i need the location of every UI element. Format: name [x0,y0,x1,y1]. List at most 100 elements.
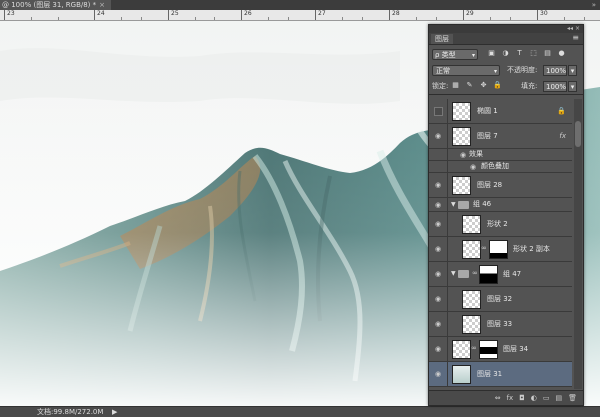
layer-row[interactable]: ◉ ∞ 图层 34 [429,337,572,362]
layer-row[interactable]: ◉ 图层 28 [429,173,572,198]
fill-dropdown-icon[interactable]: ▾ [568,81,577,92]
lock-transparency-icon[interactable]: ▦ [451,81,460,90]
panel-title-bar[interactable]: ◂◂ × [429,25,583,33]
group-row[interactable]: ◉ ▼ ∞ 组 47 [429,262,572,287]
add-mask-icon[interactable]: ◘ [519,393,525,403]
panel-menu-icon[interactable]: ≡ [572,33,579,43]
blend-mode-select[interactable]: 正常 ▾ [432,65,500,76]
fill-field[interactable]: 100% [543,81,567,92]
opacity-field[interactable]: 100% [543,65,567,76]
opacity-dropdown-icon[interactable]: ▾ [568,65,577,76]
image-filter-icon[interactable]: ▣ [487,49,496,58]
expand-triangle-icon[interactable]: ▼ [451,198,456,211]
layer-mask-thumbnail[interactable] [489,240,508,259]
folder-icon [458,270,469,278]
shape-filter-icon[interactable]: ⬚ [529,49,538,58]
group-row[interactable]: ◉ ▼ 组 46 [429,198,572,212]
chevron-down-icon: ▾ [471,52,475,59]
layer-effects-row[interactable]: ◉ 效果 [429,149,572,161]
fx-icon[interactable]: fx [559,124,566,148]
eye-icon[interactable]: ◉ [434,245,442,253]
effects-label: 效果 [469,150,483,158]
document-tab[interactable]: @ 100% (图层 31, RGB/8) * × [0,0,112,10]
eye-icon[interactable]: ◉ [434,295,442,303]
lock-pixels-icon[interactable]: ✎ [465,81,474,90]
ruler-tick: 25 [168,10,179,20]
layer-name: 图层 34 [503,345,529,353]
link-icon[interactable]: ⇔ [495,393,501,403]
panel-collapse-close-icon[interactable]: ◂◂ × [567,25,580,33]
group-name: 组 47 [503,270,522,278]
eye-icon[interactable]: ◉ [459,151,467,159]
trash-icon[interactable]: 🗑 [568,393,577,403]
ruler-tick: 29 [463,10,474,20]
eye-icon[interactable]: ◉ [434,181,442,189]
layer-name: 图层 7 [477,132,498,140]
eye-icon[interactable]: ◉ [434,201,442,209]
layer-mask-thumbnail[interactable] [479,265,498,284]
filter-kind-select[interactable]: ρ 类型 ▾ [432,49,478,60]
filter-toggle-icon[interactable]: ● [557,49,566,58]
status-bar: 文档:99.8M/272.0M ▶ [0,406,600,417]
document-tab-title: @ 100% (图层 31, RGB/8) * [2,1,97,9]
fill-label: 填充: [521,82,538,90]
layer-mask-thumbnail[interactable] [479,340,498,359]
ruler-tick: 26 [241,10,252,20]
blend-row: 正常 ▾ 不透明度: 100% ▾ [429,62,583,78]
layer-effect-row[interactable]: ◉ 颜色叠加 [429,161,572,173]
chain-link-icon[interactable]: ∞ [481,244,487,252]
chain-link-icon[interactable]: ∞ [471,344,477,352]
lock-icon: 🔒 [557,107,566,115]
layer-list: 椭圆 1 🔒 ◉ 图层 7 fx ◉ 效果 ◉ 颜色叠加 ◉ 图层 28 ◉ ▼… [429,99,572,389]
layer-list-scrollbar[interactable] [574,99,582,389]
layer-thumbnail [462,315,481,334]
layer-row[interactable]: ◉ 图层 7 fx [429,124,572,149]
adjustment-layer-icon[interactable]: ◐ [531,393,537,403]
eye-icon[interactable]: ◉ [434,132,442,140]
type-filter-icon[interactable]: T [515,49,524,58]
layer-row-selected[interactable]: ◉ 图层 31 [429,362,572,387]
smartobject-filter-icon[interactable]: ▤ [543,49,552,58]
eye-icon[interactable]: ◉ [434,220,442,228]
layer-thumbnail [452,127,471,146]
layer-thumbnail [452,365,471,384]
layer-name: 形状 2 副本 [513,245,550,253]
layer-name: 图层 28 [477,181,503,189]
tab-overflow-icon[interactable]: » [592,0,596,10]
layer-thumbnail [462,240,481,259]
layers-panel: ◂◂ × 图层 ≡ ρ 类型 ▾ ▣ ◑ T ⬚ ▤ ● 正常 ▾ 不透明度: … [428,24,584,406]
group-name: 组 46 [473,200,492,208]
chain-link-icon[interactable]: ∞ [472,269,478,277]
layer-row[interactable]: ◉ 形状 2 [429,212,572,237]
expand-triangle-icon[interactable]: ▼ [451,262,456,286]
layer-thumbnail [462,215,481,234]
new-group-icon[interactable]: ▭ [543,393,550,403]
eye-icon[interactable]: ◉ [469,163,477,171]
layer-name: 图层 32 [487,295,513,303]
lock-row: 锁定: ▦ ✎ ✥ 🔒 填充: 100% ▾ [429,78,583,95]
new-layer-icon[interactable]: ▤ [555,393,562,403]
layer-thumbnail [452,102,471,121]
eye-icon[interactable]: ◉ [434,345,442,353]
eye-icon[interactable]: ◉ [434,270,442,278]
tab-layers[interactable]: 图层 [431,34,453,44]
layer-row[interactable]: ◉ ∞ 形状 2 副本 [429,237,572,262]
layer-thumbnail [462,290,481,309]
fx-icon[interactable]: fx [507,393,514,403]
adjustment-filter-icon[interactable]: ◑ [501,49,510,58]
scrollbar-thumb[interactable] [575,121,581,147]
eye-icon[interactable]: ◉ [434,320,442,328]
lock-label: 锁定: [432,82,449,90]
layer-row[interactable]: ◉ 图层 33 [429,312,572,337]
layer-name: 图层 31 [477,370,503,378]
layer-row[interactable]: ◉ 图层 32 [429,287,572,312]
close-tab-icon[interactable]: × [99,0,105,10]
eye-icon[interactable]: ◉ [434,370,442,378]
layer-row[interactable]: 椭圆 1 🔒 [429,99,572,124]
lock-all-icon[interactable]: 🔒 [493,81,502,90]
panel-tab-bar: 图层 ≡ [429,33,583,45]
lock-position-icon[interactable]: ✥ [479,81,488,90]
ruler-tick: 27 [315,10,326,20]
ruler-tick: 24 [94,10,105,20]
visibility-toggle[interactable] [434,107,443,116]
